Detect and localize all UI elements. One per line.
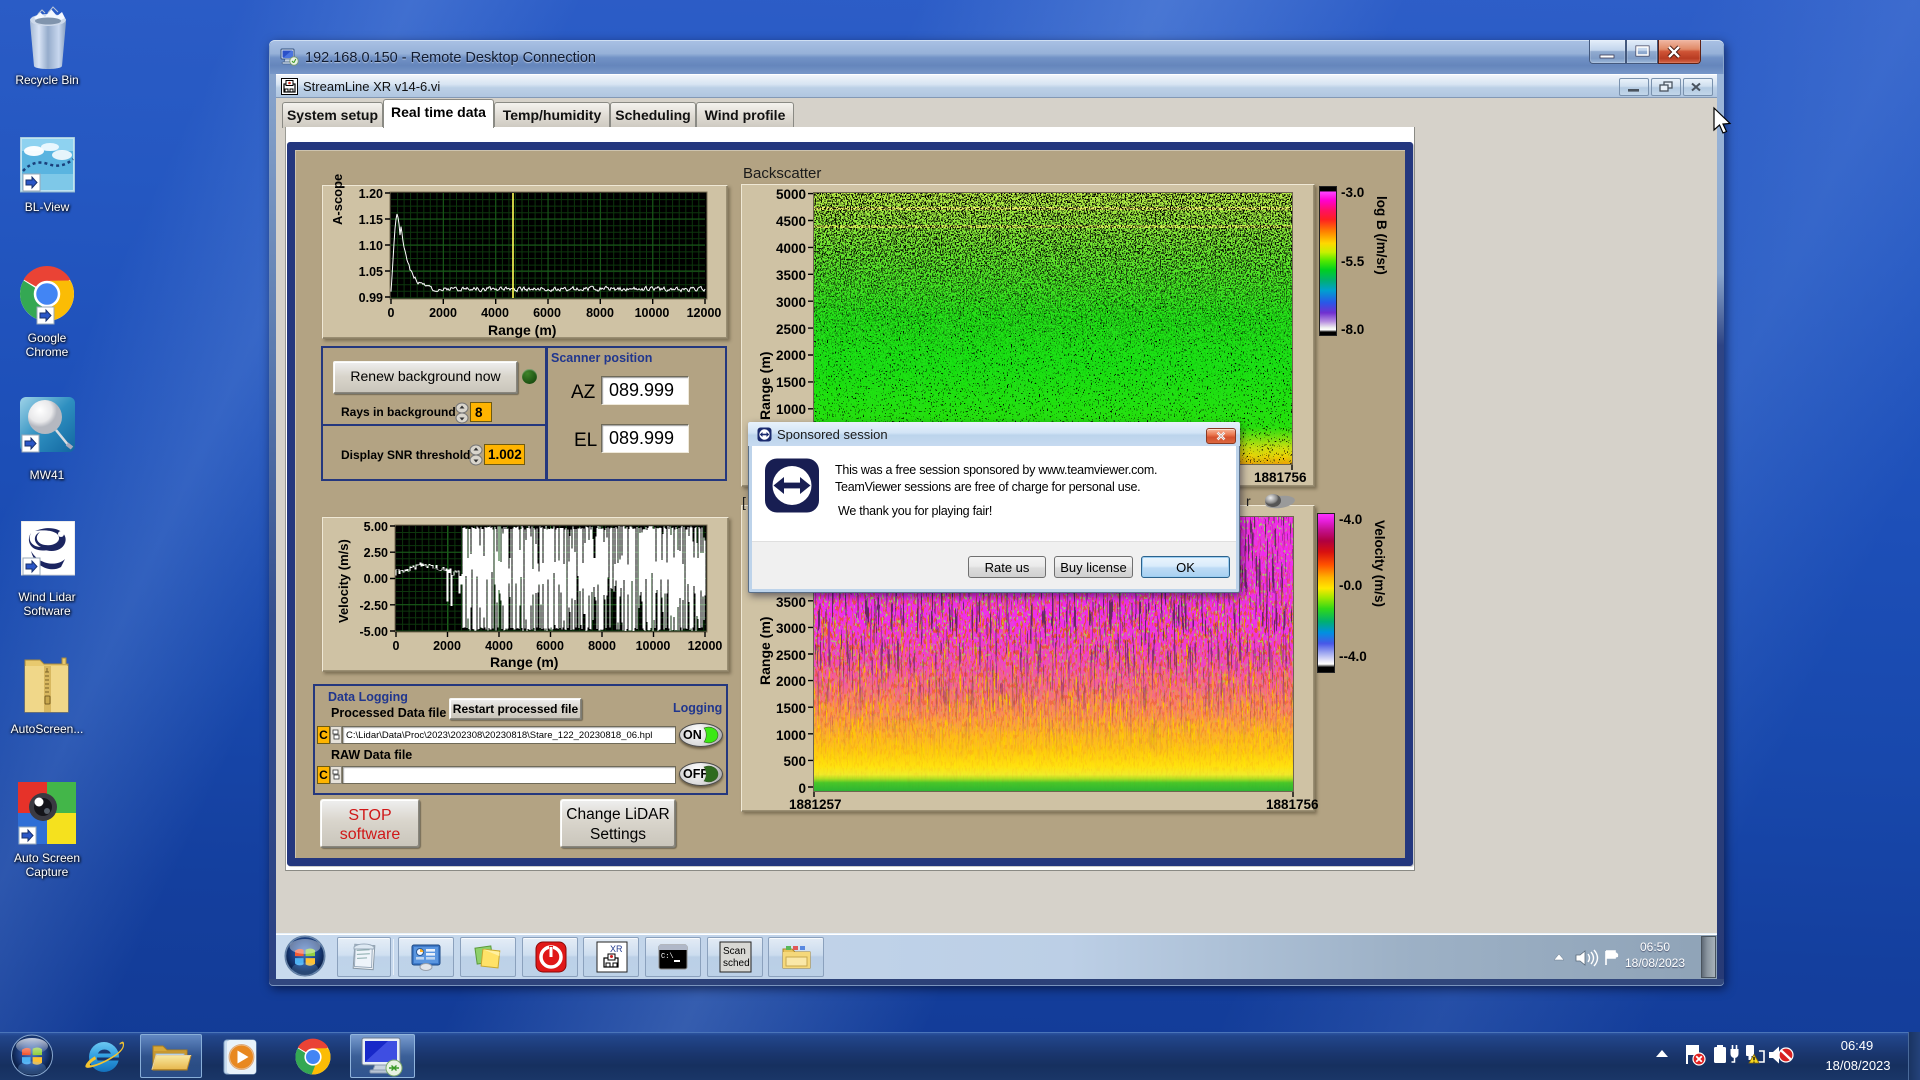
svg-text:Scan: Scan bbox=[723, 946, 746, 957]
svg-text:XR: XR bbox=[610, 944, 623, 954]
svg-text:C:\: C:\ bbox=[661, 953, 674, 961]
svg-text:sched: sched bbox=[723, 958, 750, 969]
